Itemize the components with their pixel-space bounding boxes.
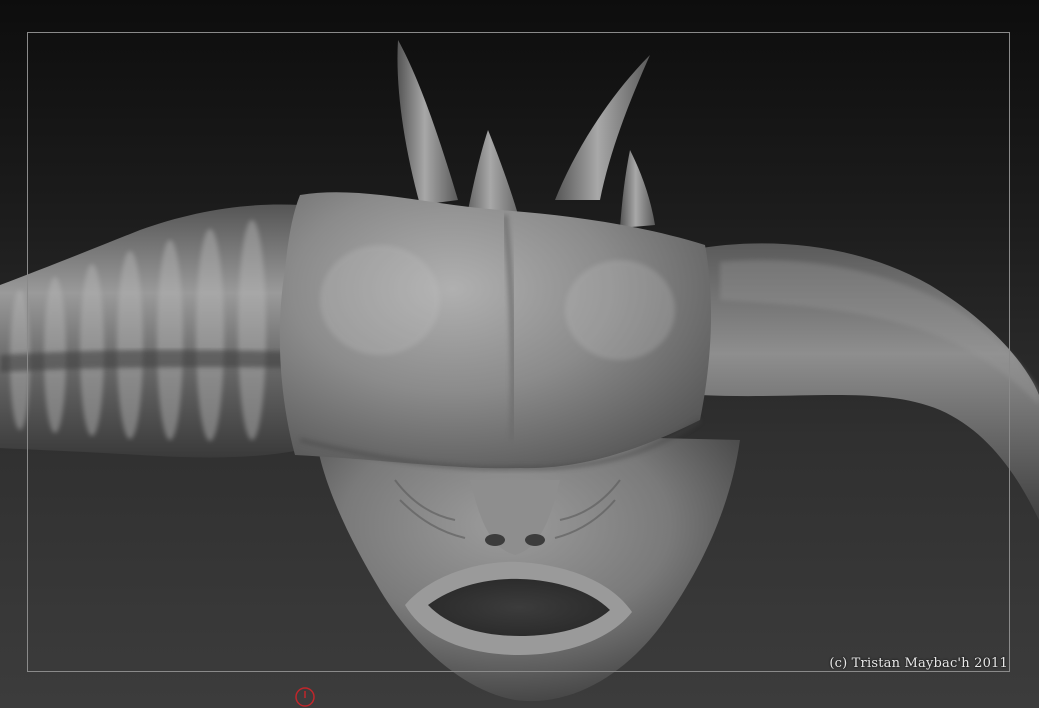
left-horn (0, 204, 300, 458)
brush-cursor-icon (295, 687, 315, 707)
right-horn (690, 243, 1039, 520)
copyright-label: (c) Tristan Maybac'h 2011 (829, 656, 1008, 671)
brow (279, 192, 712, 471)
head (315, 430, 740, 702)
sculpt-model[interactable] (0, 0, 1039, 708)
document-canvas[interactable]: (c) Tristan Maybac'h 2011 (0, 0, 1039, 708)
